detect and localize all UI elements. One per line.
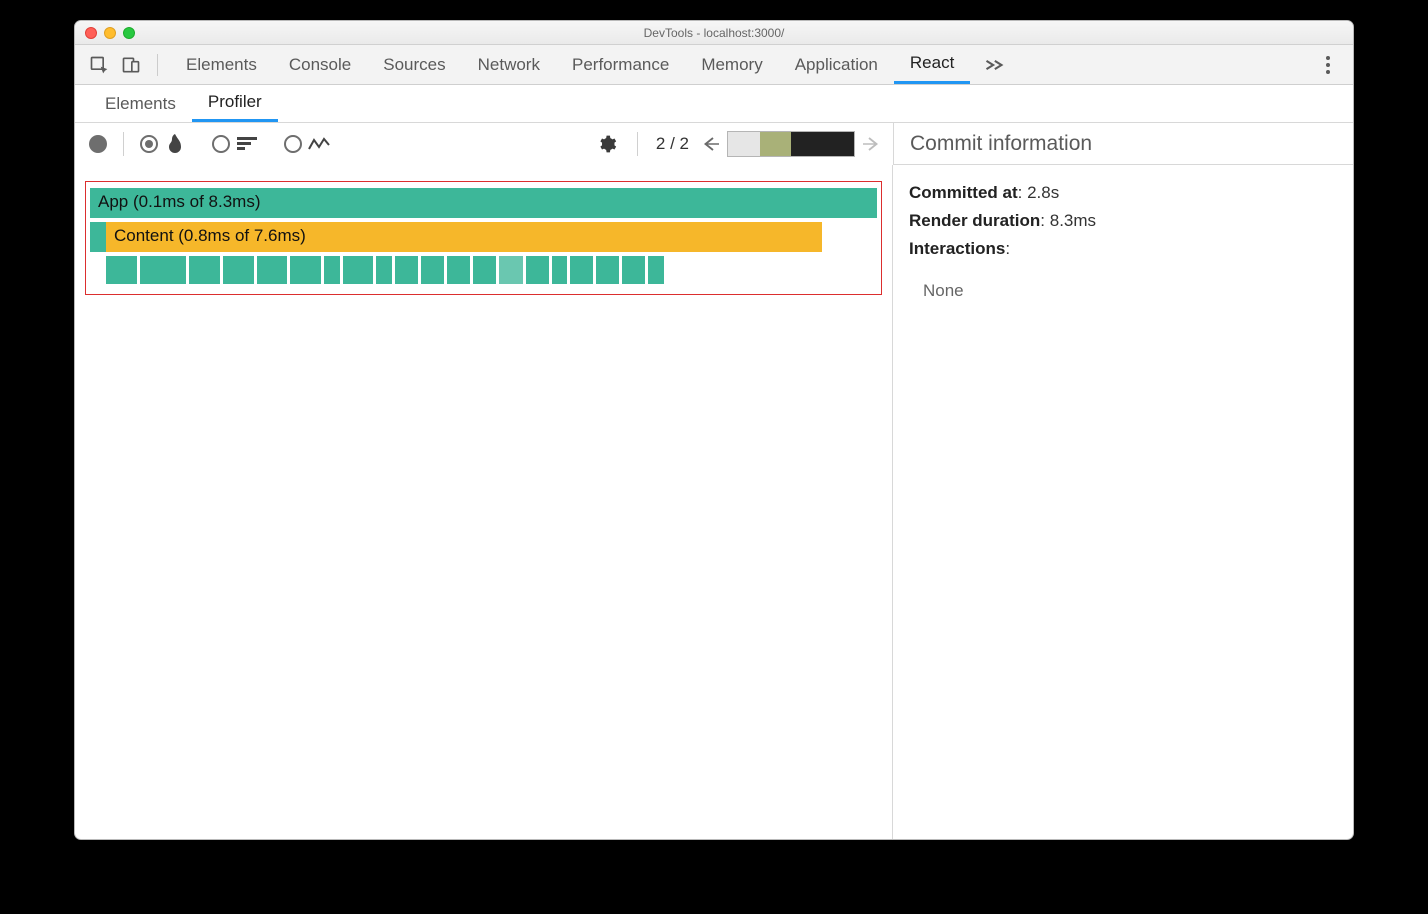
- flame-leaf[interactable]: [290, 256, 321, 284]
- tab-network[interactable]: Network: [462, 45, 556, 84]
- interactions-label: Interactions: [909, 239, 1005, 258]
- separator: [123, 132, 124, 156]
- flame-graph-highlight: App (0.1ms of 8.3ms) Content (0.8ms of 7…: [85, 181, 882, 295]
- flame-leaf[interactable]: [596, 256, 619, 284]
- flame-bar-app[interactable]: App (0.1ms of 8.3ms): [90, 188, 877, 218]
- committed-at-value: 2.8s: [1027, 183, 1059, 202]
- flame-leaf[interactable]: [189, 256, 220, 284]
- tab-elements[interactable]: Elements: [170, 45, 273, 84]
- ranked-icon: [236, 136, 258, 152]
- tab-sources[interactable]: Sources: [367, 45, 461, 84]
- interactions-icon: [308, 136, 330, 152]
- flame-icon: [164, 134, 186, 154]
- devtools-tabs: ElementsConsoleSourcesNetworkPerformance…: [75, 45, 1353, 85]
- commit-info-title: Commit information: [910, 132, 1092, 156]
- flame-bar-spacer: [90, 222, 106, 252]
- flame-leaf[interactable]: [499, 256, 522, 284]
- flame-leaf[interactable]: [622, 256, 645, 284]
- commit-timeline[interactable]: [727, 131, 855, 157]
- subtab-elements[interactable]: Elements: [89, 85, 192, 122]
- window-title: DevTools - localhost:3000/: [75, 26, 1353, 40]
- next-commit-button[interactable]: [859, 135, 893, 153]
- commit-counter: 2 / 2: [648, 134, 697, 154]
- committed-at: Committed at: 2.8s: [909, 183, 1337, 203]
- separator: [637, 132, 638, 156]
- flame-leaf[interactable]: [473, 256, 496, 284]
- tab-memory[interactable]: Memory: [685, 45, 778, 84]
- flame-leaf[interactable]: [223, 256, 254, 284]
- tab-console[interactable]: Console: [273, 45, 367, 84]
- flame-leaf[interactable]: [140, 256, 186, 284]
- flame-leaf[interactable]: [648, 256, 663, 284]
- flame-leaf[interactable]: [552, 256, 567, 284]
- render-duration-label: Render duration: [909, 211, 1040, 230]
- interactions-value: None: [909, 267, 1337, 301]
- flame-leaf[interactable]: [376, 256, 391, 284]
- react-subtabs: ElementsProfiler: [75, 85, 1353, 123]
- commit-segment[interactable]: [760, 132, 792, 156]
- tab-performance[interactable]: Performance: [556, 45, 685, 84]
- flame-leaf[interactable]: [395, 256, 418, 284]
- flame-graph-pane: App (0.1ms of 8.3ms) Content (0.8ms of 7…: [75, 165, 893, 839]
- settings-icon[interactable]: [587, 134, 627, 154]
- flame-leaf[interactable]: [324, 256, 339, 284]
- devtools-window: DevTools - localhost:3000/ ElementsConso…: [74, 20, 1354, 840]
- flame-leaf[interactable]: [257, 256, 288, 284]
- toggle-device-icon[interactable]: [117, 51, 145, 79]
- render-duration: Render duration: 8.3ms: [909, 211, 1337, 231]
- profiler-toolbar: 2 / 2: [75, 123, 893, 165]
- flame-leaf[interactable]: [106, 256, 137, 284]
- more-tabs-icon[interactable]: [974, 58, 1014, 72]
- tab-react[interactable]: React: [894, 45, 970, 84]
- kebab-menu-icon[interactable]: [1313, 55, 1343, 75]
- interactions: Interactions:: [909, 239, 1337, 259]
- flame-leaf[interactable]: [421, 256, 444, 284]
- record-button[interactable]: [89, 135, 107, 153]
- flame-row: App (0.1ms of 8.3ms): [90, 188, 877, 218]
- flame-leaf[interactable]: [447, 256, 470, 284]
- titlebar: DevTools - localhost:3000/: [75, 21, 1353, 45]
- ranked-chart-radio[interactable]: [212, 135, 230, 153]
- commit-segment-selected[interactable]: [791, 132, 854, 156]
- prev-commit-button[interactable]: [697, 135, 723, 153]
- committed-at-label: Committed at: [909, 183, 1018, 202]
- flame-leaf[interactable]: [526, 256, 549, 284]
- flame-row: Content (0.8ms of 7.6ms): [90, 222, 877, 252]
- commit-info-pane: Committed at: 2.8s Render duration: 8.3m…: [893, 165, 1353, 839]
- render-duration-value: 8.3ms: [1050, 211, 1096, 230]
- flame-chart-radio[interactable]: [140, 135, 158, 153]
- interactions-radio[interactable]: [284, 135, 302, 153]
- inspect-icon[interactable]: [85, 51, 113, 79]
- flame-leaf[interactable]: [570, 256, 593, 284]
- commit-segment[interactable]: [728, 132, 760, 156]
- flame-bar-content[interactable]: Content (0.8ms of 7.6ms): [106, 222, 822, 252]
- tab-application[interactable]: Application: [779, 45, 894, 84]
- subtab-profiler[interactable]: Profiler: [192, 85, 278, 122]
- separator: [157, 54, 158, 76]
- flame-leaf-row: [106, 256, 877, 284]
- flame-leaf[interactable]: [343, 256, 374, 284]
